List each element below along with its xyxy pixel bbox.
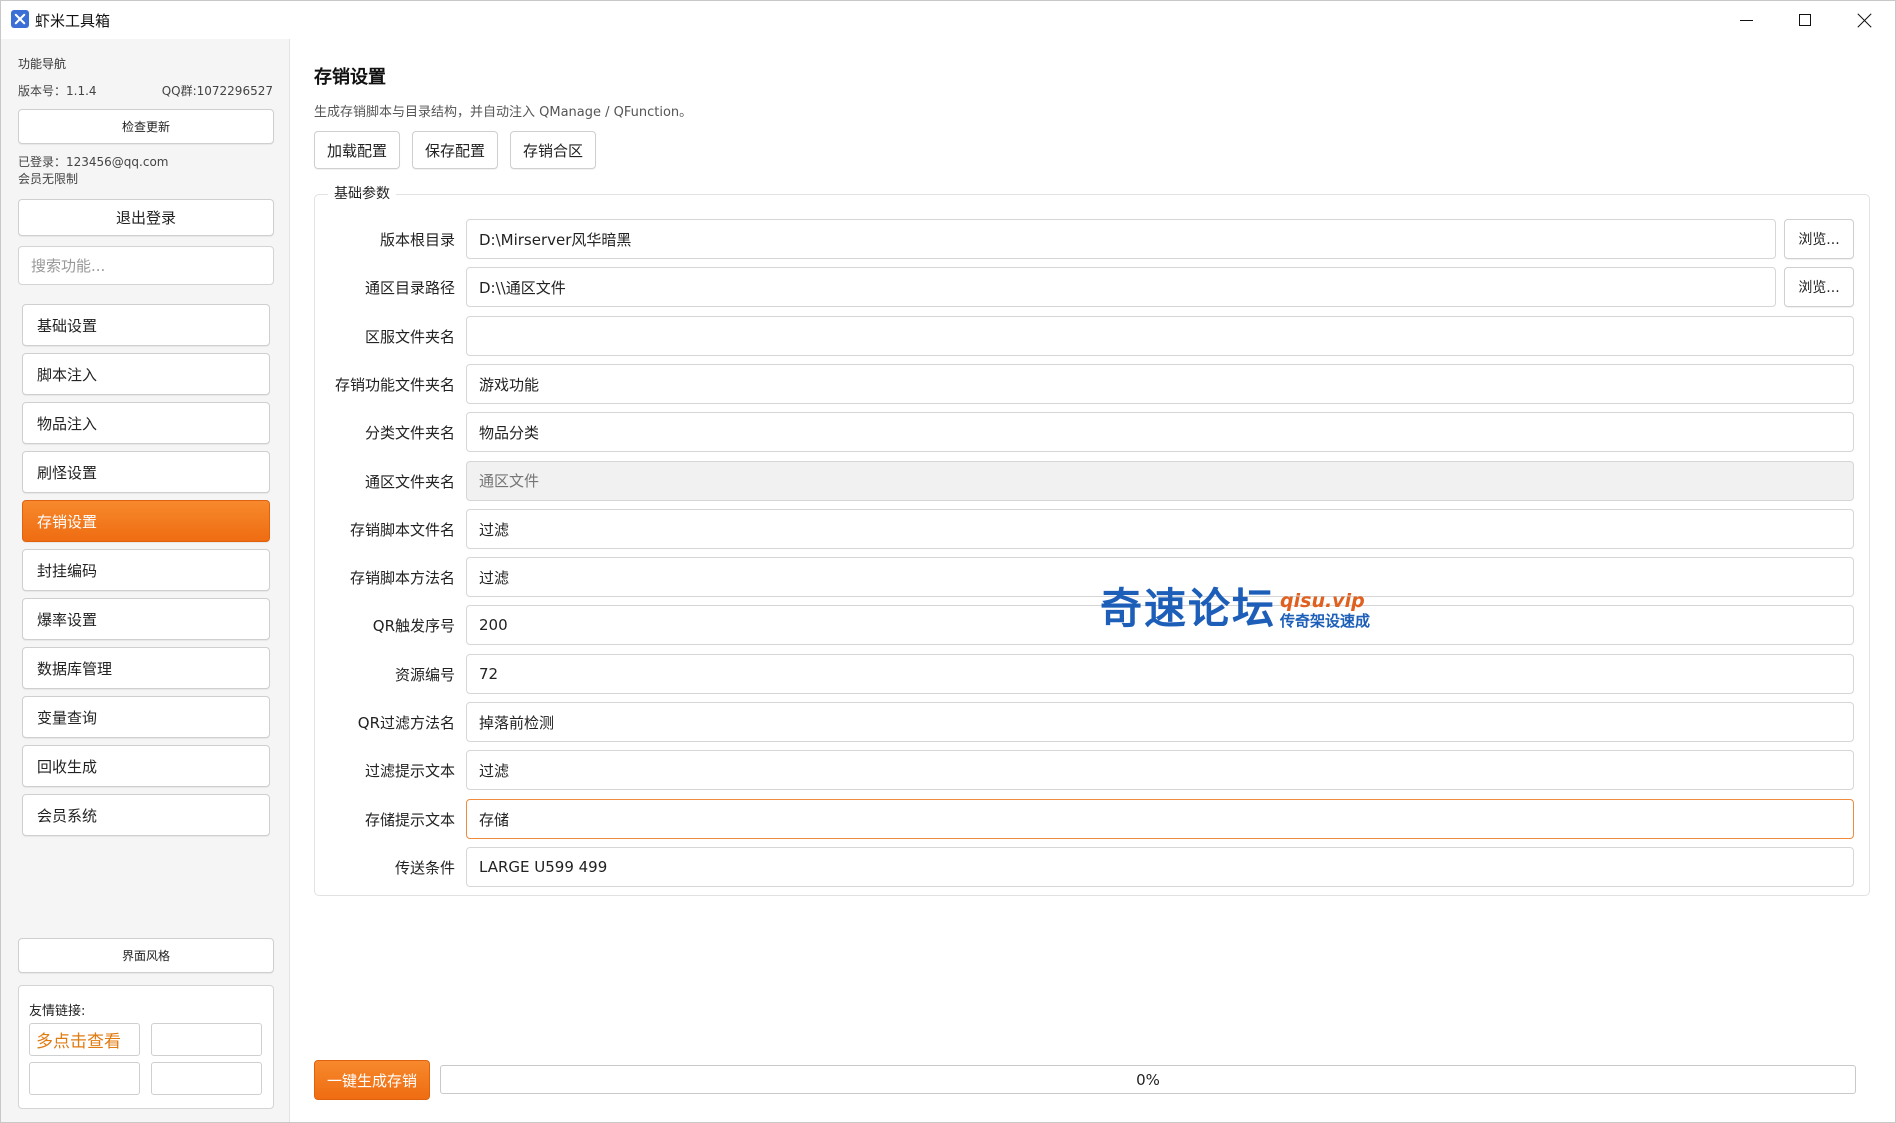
page-description: 生成存销脚本与目录结构，并自动注入 QManage / QFunction。 xyxy=(314,105,693,120)
generate-button[interactable]: 一键生成存销 xyxy=(314,1060,430,1100)
field-label-5: 分类文件夹名 xyxy=(364,424,455,442)
field-label-2: 通区目录路径 xyxy=(364,279,455,297)
field-label-4: 存销功能文件夹名 xyxy=(334,376,455,394)
watermark: 奇速论坛 qisu.vip 传奇架设速成 xyxy=(1100,587,1370,631)
field-input-11[interactable] xyxy=(466,702,1854,742)
sidebar-heading: 功能导航 xyxy=(18,57,67,71)
field-label-12: 过滤提示文本 xyxy=(364,762,455,780)
friend-link-1[interactable]: 多点击查看 xyxy=(29,1023,140,1056)
field-label-11: QR过滤方法名 xyxy=(357,714,455,732)
sidebar-item-5[interactable]: 存销设置 xyxy=(22,500,270,542)
field-label-13: 存储提示文本 xyxy=(364,811,455,829)
browse-button-2[interactable]: 浏览... xyxy=(1784,267,1854,307)
field-input-6[interactable] xyxy=(466,461,1854,501)
maximize-icon xyxy=(1799,14,1811,26)
window-title: 虾米工具箱 xyxy=(35,12,111,30)
group-title: 基础参数 xyxy=(328,183,396,203)
watermark-sub: 传奇架设速成 xyxy=(1280,612,1371,630)
sidebar: 功能导航 版本号：1.1.4 QQ群:1072296527 检查更新 已登录：1… xyxy=(1,39,290,1122)
friend-link-2[interactable] xyxy=(151,1023,262,1056)
progress-bar: 0% xyxy=(440,1065,1856,1094)
field-label-10: 资源编号 xyxy=(394,666,455,684)
close-button[interactable] xyxy=(1835,1,1893,39)
save-config-button[interactable]: 保存配置 xyxy=(412,131,498,169)
field-input-1[interactable] xyxy=(466,219,1776,259)
minimize-icon xyxy=(1739,19,1753,21)
nav-menu: 基础设置脚本注入物品注入刷怪设置存销设置封挂编码爆率设置数据库管理变量查询回收生… xyxy=(22,304,270,843)
check-update-button[interactable]: 检查更新 xyxy=(18,109,274,144)
login-info: 已登录：123456@qq.com 会员无限制 xyxy=(18,154,169,188)
logout-button[interactable]: 退出登录 xyxy=(18,199,274,236)
load-config-button[interactable]: 加载配置 xyxy=(314,131,400,169)
merge-zone-button[interactable]: 存销合区 xyxy=(510,131,596,169)
close-icon xyxy=(1857,13,1871,27)
sidebar-item-8[interactable]: 数据库管理 xyxy=(22,647,270,689)
app-logo-icon xyxy=(11,10,29,28)
field-input-12[interactable] xyxy=(466,750,1854,790)
sidebar-item-10[interactable]: 回收生成 xyxy=(22,745,270,787)
sidebar-item-11[interactable]: 会员系统 xyxy=(22,794,270,836)
app-window: 虾米工具箱 功能导航 版本号：1.1.4 QQ群:1072296527 检查更新… xyxy=(0,0,1896,1123)
progress-text: 0% xyxy=(1136,1070,1160,1089)
search-input[interactable] xyxy=(18,246,274,285)
field-label-1: 版本根目录 xyxy=(379,231,455,249)
friend-link-3[interactable] xyxy=(29,1062,140,1095)
field-input-10[interactable] xyxy=(466,654,1854,694)
main-panel: 存销设置 生成存销脚本与目录结构，并自动注入 QManage / QFuncti… xyxy=(290,39,1895,1122)
field-input-2[interactable] xyxy=(466,267,1776,307)
sidebar-item-3[interactable]: 物品注入 xyxy=(22,402,270,444)
field-label-6: 通区文件夹名 xyxy=(364,473,455,491)
qq-group-label: QQ群:1072296527 xyxy=(161,84,273,98)
field-input-3[interactable] xyxy=(466,316,1854,356)
field-input-4[interactable] xyxy=(466,364,1854,404)
sidebar-item-4[interactable]: 刷怪设置 xyxy=(22,451,270,493)
sidebar-item-2[interactable]: 脚本注入 xyxy=(22,353,270,395)
version-label: 版本号：1.1.4 xyxy=(18,84,97,98)
field-input-14[interactable] xyxy=(466,847,1854,887)
field-label-9: QR触发序号 xyxy=(372,617,455,635)
watermark-url: qisu.vip xyxy=(1280,590,1365,612)
sidebar-item-6[interactable]: 封挂编码 xyxy=(22,549,270,591)
field-label-8: 存销脚本方法名 xyxy=(349,569,455,587)
sidebar-item-1[interactable]: 基础设置 xyxy=(22,304,270,346)
field-label-14: 传送条件 xyxy=(394,859,455,877)
watermark-main: 奇速论坛 xyxy=(1100,584,1277,633)
watermark-side: qisu.vip 传奇架设速成 xyxy=(1280,591,1370,631)
member-status-label: 会员无限制 xyxy=(18,172,79,186)
field-input-13[interactable] xyxy=(466,799,1854,839)
sidebar-item-9[interactable]: 变量查询 xyxy=(22,696,270,738)
friend-links-panel: 友情链接: 多点击查看 xyxy=(18,985,274,1109)
title-bar[interactable]: 虾米工具箱 xyxy=(1,1,1895,39)
sidebar-item-7[interactable]: 爆率设置 xyxy=(22,598,270,640)
field-input-7[interactable] xyxy=(466,509,1854,549)
friend-links-title: 友情链接: xyxy=(29,1004,86,1019)
field-label-3: 区服文件夹名 xyxy=(364,328,455,346)
maximize-button[interactable] xyxy=(1776,1,1834,39)
minimize-button[interactable] xyxy=(1717,1,1775,39)
friend-link-4[interactable] xyxy=(151,1062,262,1095)
field-input-5[interactable] xyxy=(466,412,1854,452)
browse-button-1[interactable]: 浏览... xyxy=(1784,219,1854,259)
theme-button[interactable]: 界面风格 xyxy=(18,938,274,973)
page-title: 存销设置 xyxy=(314,67,386,88)
login-user-label: 已登录：123456@qq.com xyxy=(18,155,169,169)
field-label-7: 存销脚本文件名 xyxy=(349,521,455,539)
